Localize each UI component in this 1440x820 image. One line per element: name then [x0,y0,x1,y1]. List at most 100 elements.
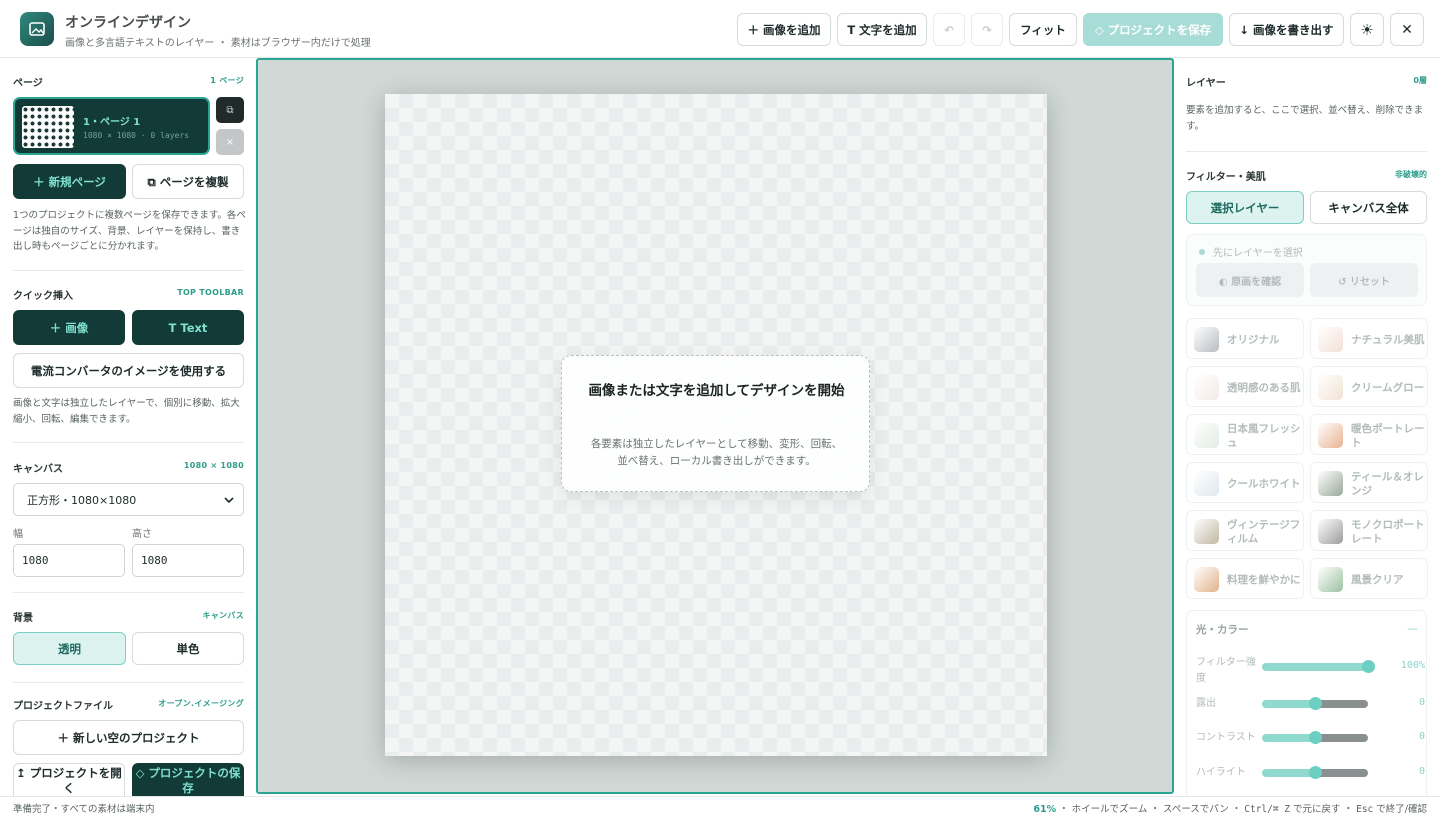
slider-value: 0 [1418,697,1425,708]
filter-preset[interactable]: 透明感のある肌 [1186,366,1304,407]
filter-preset-name: 透明感のある肌 [1227,381,1301,394]
filter-scope-canvas-button[interactable]: キャンバス全体 [1310,191,1427,224]
close-button[interactable]: ✕ [1390,13,1424,46]
add-image-button[interactable]: ＋ 画像を追加 [737,13,831,46]
use-converter-image-button[interactable]: 電流コンバータのイメージを使用する [13,353,244,388]
project-file-label: プロジェクトファイル [13,701,113,712]
filter-preset[interactable]: 料理を鮮やかに [1186,558,1304,599]
select-layer-hint-text: 先にレイヤーを選択 [1213,248,1303,259]
quick-insert-tag: TOP TOOLBAR [177,288,244,297]
page-thumbnail [22,106,74,148]
filters-tag: 非破壊的 [1395,170,1427,179]
page-card[interactable]: 1・ページ 1 1080 × 1080 · 0 layers [13,97,210,155]
filter-swatch [1318,375,1343,400]
slider-track[interactable] [1262,663,1368,671]
save-project-file-button[interactable]: ◇ プロジェクトの保存 [132,763,244,796]
add-text-button[interactable]: T 文字を追加 [837,13,927,46]
redo-button[interactable]: ↷ [971,13,1003,46]
slider-label: 露出 [1196,698,1216,709]
filter-preset[interactable]: クールホワイト [1186,462,1304,503]
artboard[interactable]: 画像または文字を追加してデザインを開始 各要素は独立したレイヤーとして移動、変形… [385,94,1047,756]
status-message: 準備完了・すべての素材は端末内 [13,804,155,815]
filter-preset[interactable]: 風景クリア [1310,558,1428,599]
theme-toggle-button[interactable]: ☀ [1350,13,1384,46]
export-image-button[interactable]: ↓ 画像を書き出す [1229,13,1344,46]
slider-handle[interactable] [1309,697,1322,710]
filter-preset[interactable]: オリジナル [1186,318,1304,359]
status-bar: 準備完了・すべての素材は端末内 61% ・ ホイールでズーム ・ スペースでパン… [0,796,1440,820]
background-transparent-button[interactable]: 透明 [13,632,126,665]
empty-state-card: 画像または文字を追加してデザインを開始 各要素は独立したレイヤーとして移動、変形… [561,355,870,492]
pages-help-text: 1つのプロジェクトに複数ページを保存できます。各ページは独自のサイズ、背景、レイ… [13,210,246,252]
slider-value: 0 [1418,731,1425,742]
filter-swatch [1194,471,1219,496]
filter-scope-layer-button[interactable]: 選択レイヤー [1186,191,1304,224]
compare-original-button[interactable]: ◐ 原画を確認 [1196,263,1304,297]
duplicate-page-button[interactable]: ⧉ ページを複製 [132,164,244,199]
delete-icon: × [225,136,235,148]
filter-preset[interactable]: クリームグロー [1310,366,1428,407]
slider-handle[interactable] [1309,766,1322,779]
fit-button[interactable]: フィット [1009,13,1077,46]
right-panel: レイヤー 0層 要素を追加すると、ここで選択、並べ替え、削除できます。 フィルタ… [1175,58,1440,796]
filters-label: フィルター・美肌 [1186,172,1266,183]
open-project-button[interactable]: ↥ プロジェクトを開く [13,763,125,796]
height-label: 高さ [132,529,152,540]
app-subtitle: 画像と多言語テキストのレイヤー ・ 素材はブラウザー内だけで処理 [65,38,371,49]
filter-preset[interactable]: ナチュラル美肌 [1310,318,1428,359]
page-duplicate-mini-button[interactable]: ⧉ [216,97,244,123]
filter-preset[interactable]: ヴィンテージフィルム [1186,510,1304,551]
canvas-preset-select[interactable]: 正方形・1080×1080 [13,483,244,516]
light-color-title: 光・カラー [1196,624,1249,636]
divider [13,270,244,271]
slider-handle[interactable] [1309,731,1322,744]
canvas-label: キャンバス [13,464,63,475]
filter-swatch [1318,567,1343,592]
layers-label: レイヤー [1186,78,1226,89]
undo-hint: で元に戻す ・ [1290,804,1357,815]
layers-help-text: 要素を追加すると、ここで選択、並べ替え、削除できます。 [1186,105,1424,132]
page-delete-mini-button[interactable]: × [216,129,244,155]
save-project-button[interactable]: ◇ プロジェクトを保存 [1083,13,1223,46]
pages-label: ページ [13,78,43,89]
filter-swatch [1318,423,1343,448]
background-solid-button[interactable]: 単色 [132,632,244,665]
filter-preset-name: 日本風フレッシュ [1227,422,1301,449]
slider-label: フィルター強度 [1196,657,1256,684]
page-meta: 1080 × 1080 · 0 layers [83,131,189,140]
collapse-icon[interactable]: — [1407,622,1418,635]
filter-swatch [1318,471,1343,496]
background-label: 背景 [13,613,33,624]
insert-text-button[interactable]: T Text [132,310,244,345]
filter-preset[interactable]: モノクロポートレート [1310,510,1428,551]
copy-icon: ⧉ [226,104,234,116]
filter-swatch [1194,423,1219,448]
filter-swatch [1194,327,1219,352]
slider-handle[interactable] [1362,660,1375,673]
slider-value: 100% [1400,660,1425,671]
filter-preset-name: ナチュラル美肌 [1351,333,1425,346]
page-count: 1 ページ [210,76,244,85]
undo-shortcut: Ctrl/⌘ Z [1244,804,1291,815]
navigation-hints: ・ ホイールでズーム ・ スペースでパン ・ [1056,804,1245,815]
insert-image-button[interactable]: ＋ 画像 [13,310,125,345]
filter-preset-name: ティール＆オレンジ [1351,470,1424,497]
new-page-button[interactable]: ＋ 新規ページ [13,164,126,199]
slider-label: コントラスト [1196,732,1256,743]
filter-preset[interactable]: ティール＆オレンジ [1310,462,1428,503]
filter-swatch [1318,519,1343,544]
undo-button[interactable]: ↶ [933,13,965,46]
filter-preset[interactable]: 日本風フレッシュ [1186,414,1304,455]
filter-preset[interactable]: 暖色ポートレート [1310,414,1428,455]
quick-insert-label: クイック挿入 [13,291,73,302]
new-empty-project-button[interactable]: ＋ 新しい空のプロジェクト [13,720,244,755]
width-input[interactable]: 1080 [13,544,125,577]
height-input[interactable]: 1080 [132,544,244,577]
filter-preset-name: オリジナル [1227,333,1280,346]
filter-swatch [1194,519,1219,544]
close-icon: ✕ [1401,21,1413,38]
filter-preset-name: 料理を鮮やかに [1227,573,1301,586]
canvas-workspace[interactable]: 画像または文字を追加してデザインを開始 各要素は独立したレイヤーとして移動、変形… [256,58,1174,794]
reset-filter-button[interactable]: ↺ リセット [1310,263,1418,297]
filter-preset-name: 暖色ポートレート [1351,422,1425,449]
